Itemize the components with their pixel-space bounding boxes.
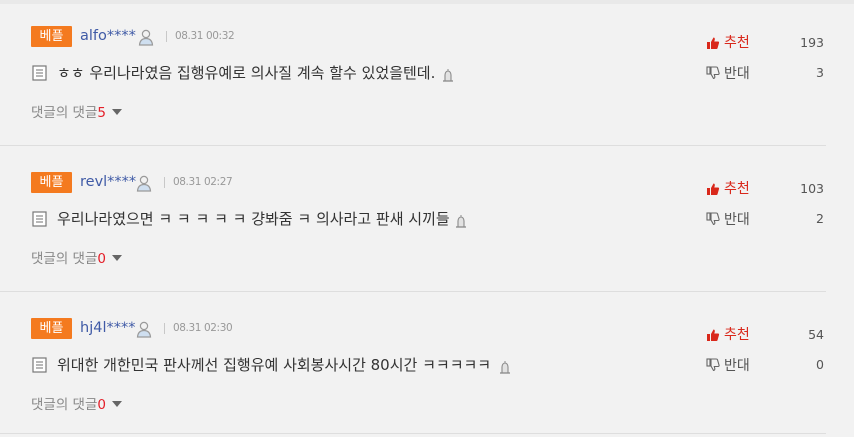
recommend-label: 추천 bbox=[724, 327, 750, 343]
separator bbox=[166, 31, 167, 42]
person-icon[interactable] bbox=[136, 175, 152, 192]
comment-date: 08.31 00:32 bbox=[175, 30, 235, 42]
separator bbox=[164, 323, 165, 334]
person-icon[interactable] bbox=[138, 29, 154, 46]
best-badge: 베플 bbox=[31, 318, 72, 339]
comment-text: 우리나라였으면 ㅋ ㅋ ㅋ ㅋ ㅋ 걍봐줌 ㅋ 의사라고 판새 시끼들 bbox=[57, 210, 450, 228]
comment-divider bbox=[0, 433, 826, 434]
comment-item: 베플 alfo**** 08.31 00:32 ㅎㅎ 우리나라였음 집행유예로 … bbox=[0, 0, 854, 145]
replies-label: 댓글의 댓글 bbox=[31, 251, 98, 267]
replies-toggle[interactable]: 댓글의 댓글5 bbox=[31, 103, 122, 123]
recommend-count: 54 bbox=[808, 327, 824, 342]
replies-toggle[interactable]: 댓글의 댓글0 bbox=[31, 249, 122, 269]
comment-date: 08.31 02:30 bbox=[173, 322, 233, 334]
thumbs-down-icon bbox=[706, 358, 720, 372]
comment-text: 위대한 개한민국 판사께선 집행유예 사회봉사시간 80시간 ㅋㅋㅋㅋㅋ bbox=[57, 356, 492, 374]
username-link[interactable]: alfo**** bbox=[80, 26, 136, 47]
oppose-count: 0 bbox=[816, 357, 824, 372]
replies-label: 댓글의 댓글 bbox=[31, 397, 98, 413]
comment-text: ㅎㅎ 우리나라였음 집행유예로 의사질 계속 할수 있었을텐데. bbox=[57, 64, 436, 82]
caret-down-icon bbox=[112, 401, 122, 407]
thumbs-up-icon bbox=[707, 37, 720, 49]
document-icon bbox=[32, 211, 47, 227]
person-icon[interactable] bbox=[136, 321, 152, 338]
comment-item: 베플 revl**** 08.31 02:27 우리나라였으면 ㅋ ㅋ ㅋ ㅋ … bbox=[0, 146, 854, 291]
oppose-label: 반대 bbox=[724, 212, 750, 228]
replies-label: 댓글의 댓글 bbox=[31, 105, 98, 121]
replies-count: 5 bbox=[97, 105, 106, 121]
thumbs-up-icon bbox=[707, 329, 720, 341]
thumbs-down-icon bbox=[706, 212, 720, 226]
best-badge: 베플 bbox=[31, 172, 72, 193]
replies-count: 0 bbox=[97, 397, 106, 413]
caret-down-icon bbox=[112, 255, 122, 261]
recommend-label: 추천 bbox=[724, 181, 750, 197]
recommend-label: 추천 bbox=[724, 35, 750, 51]
report-flag-icon[interactable] bbox=[454, 214, 468, 228]
comment-date: 08.31 02:27 bbox=[173, 176, 233, 188]
replies-count: 0 bbox=[97, 251, 106, 267]
thumbs-up-icon bbox=[707, 183, 720, 195]
username-link[interactable]: revl**** bbox=[80, 172, 136, 193]
report-flag-icon[interactable] bbox=[441, 68, 455, 82]
report-flag-icon[interactable] bbox=[498, 360, 512, 374]
document-icon bbox=[32, 357, 47, 373]
recommend-count: 193 bbox=[800, 35, 824, 50]
thumbs-down-icon bbox=[706, 66, 720, 80]
separator bbox=[164, 177, 165, 188]
oppose-count: 3 bbox=[816, 65, 824, 80]
oppose-label: 반대 bbox=[724, 66, 750, 82]
oppose-label: 반대 bbox=[724, 358, 750, 374]
comment-item: 베플 hj4l**** 08.31 02:30 위대한 개한민국 판사께선 집행… bbox=[0, 292, 854, 437]
caret-down-icon bbox=[112, 109, 122, 115]
username-link[interactable]: hj4l**** bbox=[80, 318, 135, 339]
best-badge: 베플 bbox=[31, 26, 72, 47]
oppose-count: 2 bbox=[816, 211, 824, 226]
document-icon bbox=[32, 65, 47, 81]
replies-toggle[interactable]: 댓글의 댓글0 bbox=[31, 395, 122, 415]
recommend-count: 103 bbox=[800, 181, 824, 196]
